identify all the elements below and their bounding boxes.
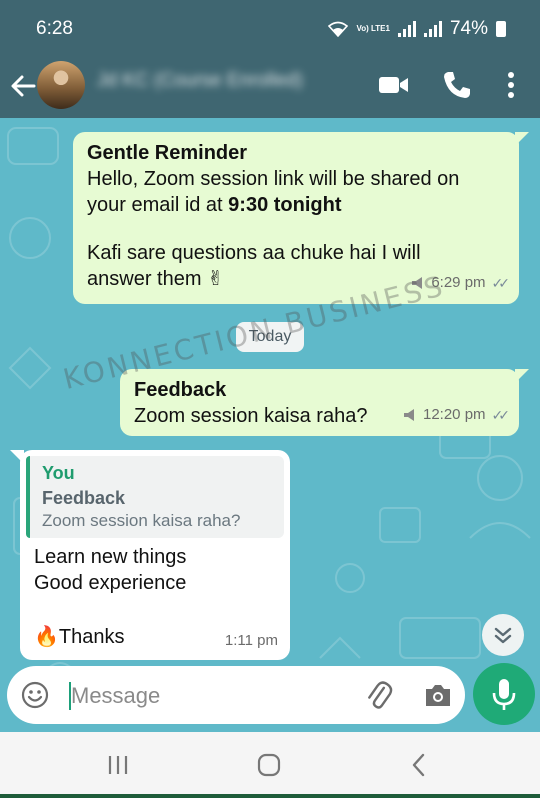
microphone-icon — [492, 679, 516, 710]
message-bubble-outgoing[interactable]: Feedback Zoom session kaisa raha? 12:20 … — [120, 369, 529, 436]
system-nav-bar — [0, 732, 540, 798]
message-title: Feedback — [134, 379, 227, 401]
mic-button[interactable] — [473, 663, 535, 725]
quote-title: Feedback — [42, 488, 126, 508]
video-call-icon[interactable] — [377, 68, 411, 102]
battery-icon — [496, 21, 506, 37]
message-text: Learn new things — [34, 546, 187, 568]
double-check-icon: ✓✓ — [491, 275, 511, 291]
message-time: 12:20 pm — [422, 406, 486, 423]
message-bubble-outgoing[interactable]: Gentle Reminder Hello, Zoom session link… — [73, 132, 529, 304]
camera-icon[interactable] — [423, 681, 453, 709]
more-options-icon[interactable] — [494, 68, 528, 102]
message-input-box[interactable]: Message — [7, 666, 465, 724]
bubble-tail — [515, 369, 529, 383]
bubble-tail — [515, 132, 529, 146]
status-bar: 6:28 Vo) LTE1 74% — [0, 0, 540, 56]
double-check-icon: ✓✓ — [491, 407, 511, 423]
emoji-icon[interactable] — [21, 681, 49, 709]
quote-author: You — [42, 463, 75, 483]
recent-apps-icon[interactable] — [103, 750, 133, 780]
volte-label: Vo) LTE1 — [356, 24, 390, 33]
broadcast-icon — [403, 409, 414, 421]
message-text: Hello, Zoom session link will be shared … — [87, 168, 460, 190]
phone-icon[interactable] — [440, 68, 474, 102]
signal-icon — [397, 21, 416, 37]
chevron-double-down-icon — [494, 627, 512, 644]
contact-name[interactable]: Jd KC (Course Enrolled) — [97, 70, 303, 92]
chat-area[interactable]: Gentle Reminder Hello, Zoom session link… — [0, 118, 540, 730]
status-time: 6:28 — [36, 18, 73, 39]
message-bubble-incoming[interactable]: You Feedback Zoom session kaisa raha? Le… — [10, 450, 290, 660]
back-arrow-icon[interactable] — [10, 71, 36, 101]
message-time: 1:11 pm — [224, 632, 278, 649]
home-icon[interactable] — [254, 750, 284, 780]
signal-icon-2 — [423, 21, 442, 37]
message-text-part: your email id at — [87, 194, 229, 216]
message-input[interactable]: Message — [71, 683, 160, 709]
message-text: Kafi sare questions aa chuke hai I will — [87, 242, 421, 264]
wifi-icon — [328, 21, 349, 37]
battery-percent: 74% — [449, 18, 488, 39]
bottom-edge — [0, 794, 540, 798]
message-text-part: answer them — [87, 268, 202, 290]
victory-emoji: ✌ — [207, 268, 224, 290]
scroll-to-bottom-button[interactable] — [482, 614, 524, 656]
bubble-tail — [10, 450, 24, 464]
contact-avatar[interactable] — [37, 61, 85, 109]
message-highlight: 9:30 tonight — [228, 194, 342, 216]
fire-emoji: 🔥 — [34, 626, 59, 648]
message-text-part: Thanks — [58, 626, 125, 648]
chat-header: Jd KC (Course Enrolled) — [0, 56, 540, 118]
attach-icon[interactable] — [363, 679, 393, 711]
quote-text: Zoom session kaisa raha? — [42, 511, 241, 530]
nav-back-icon[interactable] — [404, 750, 434, 780]
message-text: your email id at 9:30 tonight — [87, 192, 505, 218]
message-meta: 12:20 pm ✓✓ — [403, 402, 511, 428]
message-text: Good experience — [34, 572, 187, 594]
message-meta: 1:11 pm — [225, 628, 278, 654]
message-title: Gentle Reminder — [87, 142, 248, 164]
quoted-message[interactable]: You Feedback Zoom session kaisa raha? — [26, 456, 284, 538]
status-icons: Vo) LTE1 74% — [328, 18, 506, 40]
